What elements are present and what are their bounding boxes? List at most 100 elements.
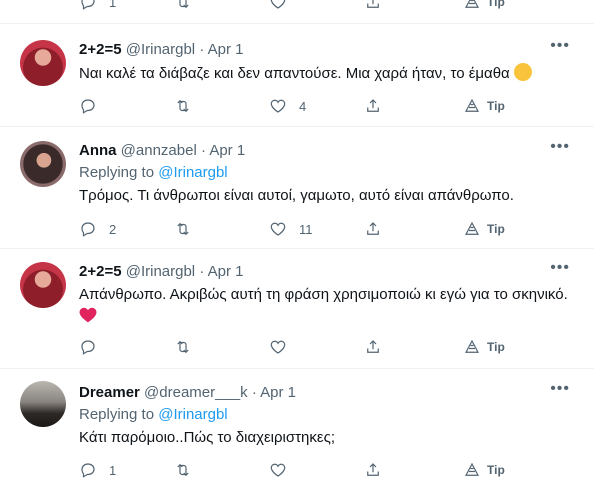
share-button[interactable] <box>364 460 382 480</box>
reply-count: 1 <box>109 462 117 478</box>
avatar[interactable] <box>20 262 66 308</box>
tweet[interactable]: Dreamer @dreamer___k · Apr 1 ••• Replyin… <box>0 369 594 495</box>
like-button[interactable]: 4 <box>269 96 306 116</box>
tweet-header: 2+2=5 @Irinargbl · Apr 1 <box>79 262 582 282</box>
heart-icon <box>270 0 286 9</box>
tweet-date[interactable]: Apr 1 <box>208 41 244 58</box>
user-handle[interactable]: @dreamer___k <box>144 384 248 401</box>
tweet[interactable]: Anna @annzabel · Apr 1 ••• Replying to @… <box>0 127 594 249</box>
share-icon <box>367 463 379 476</box>
share-icon <box>367 222 379 235</box>
tweet-date[interactable]: Apr 1 <box>209 142 245 159</box>
tip-button[interactable]: Tip <box>463 0 505 12</box>
tweet[interactable]: 2+2=5 @Irinargbl · Apr 1 ••• Απάνθρωπο. … <box>0 249 594 369</box>
tweet-actions: 2 11 Tip <box>79 219 582 239</box>
reply-button[interactable] <box>79 337 109 357</box>
red-heart-emoji <box>79 307 97 323</box>
tip-button[interactable]: Tip <box>463 96 505 116</box>
tip-button[interactable]: Tip <box>463 337 505 357</box>
retweet-button[interactable] <box>174 460 204 480</box>
tip-icon <box>465 0 479 8</box>
retweet-icon <box>177 340 189 354</box>
tweet-date[interactable]: Apr 1 <box>260 384 296 401</box>
replying-to: Replying to @Irinargbl <box>79 164 228 181</box>
display-name[interactable]: Anna <box>79 142 117 159</box>
tweet-actions: 4 Tip <box>79 96 582 116</box>
share-icon <box>367 0 379 8</box>
display-name[interactable]: Dreamer <box>79 384 140 401</box>
separator-dot: · <box>200 142 206 159</box>
reply-count: 1 <box>109 0 117 10</box>
separator-dot: · <box>199 263 205 280</box>
tweet-actions: Tip <box>79 337 582 357</box>
user-handle[interactable]: @Irinargbl <box>126 41 195 58</box>
tip-icon <box>465 462 479 476</box>
tweet-header: Dreamer @dreamer___k · Apr 1 <box>79 383 582 403</box>
user-handle[interactable]: @annzabel <box>121 142 197 159</box>
reply-icon <box>81 99 95 114</box>
reply-icon <box>81 463 95 478</box>
replying-to: Replying to @Irinargbl <box>79 406 228 423</box>
share-icon <box>367 340 379 353</box>
retweet-icon <box>177 222 189 236</box>
tweet-text: Τρόμος. Τι άνθρωποι είναι αυτοί, γαμωτο,… <box>79 187 514 204</box>
display-name[interactable]: 2+2=5 <box>79 41 122 58</box>
tip-icon <box>465 339 479 353</box>
avatar[interactable] <box>20 40 66 86</box>
tip-button[interactable]: Tip <box>463 219 505 239</box>
share-button[interactable] <box>364 219 382 239</box>
like-button[interactable] <box>269 460 299 480</box>
reply-icon <box>81 0 95 10</box>
like-button[interactable] <box>269 337 299 357</box>
share-button[interactable] <box>364 96 382 116</box>
reply-button[interactable]: 1 <box>79 0 116 12</box>
tweet[interactable]: 2+2=5 @Irinargbl · Apr 1 ••• Ναι καλέ τα… <box>0 24 594 127</box>
replying-to-handle[interactable]: @Irinargbl <box>158 406 227 423</box>
tweet-header: Anna @annzabel · Apr 1 <box>79 141 582 161</box>
reply-icon <box>81 222 95 237</box>
reply-button[interactable]: 2 <box>79 219 116 239</box>
share-button[interactable] <box>364 0 382 12</box>
tweet-date[interactable]: Apr 1 <box>208 263 244 280</box>
heart-icon <box>270 222 286 236</box>
like-button[interactable]: 11 <box>269 219 313 239</box>
more-options-icon[interactable]: ••• <box>550 139 570 155</box>
tweet[interactable]: 1 Tip <box>0 0 594 24</box>
tip-icon <box>465 98 479 112</box>
separator-dot: · <box>199 41 205 58</box>
share-button[interactable] <box>364 337 382 357</box>
tip-icon <box>465 221 479 235</box>
replying-to-handle[interactable]: @Irinargbl <box>158 164 227 181</box>
tip-label: Tip <box>487 222 505 236</box>
separator-dot: · <box>251 384 257 401</box>
retweet-button[interactable] <box>174 96 204 116</box>
user-handle[interactable]: @Irinargbl <box>126 263 195 280</box>
tip-label: Tip <box>487 99 505 113</box>
heart-icon <box>270 463 286 477</box>
more-options-icon[interactable]: ••• <box>550 38 570 54</box>
retweet-button[interactable] <box>174 219 204 239</box>
tip-label: Tip <box>487 463 505 477</box>
more-options-icon[interactable]: ••• <box>550 381 570 397</box>
avatar[interactable] <box>20 141 66 187</box>
retweet-icon <box>177 463 189 477</box>
retweet-icon <box>179 0 189 9</box>
display-name[interactable]: 2+2=5 <box>79 263 122 280</box>
retweet-icon <box>177 99 189 113</box>
tweet-text: Κάτι παρόμοιο..Πώς το διαχειριστηκες; <box>79 429 335 446</box>
retweet-button[interactable] <box>174 337 204 357</box>
like-button[interactable] <box>269 0 287 12</box>
tip-label: Tip <box>487 340 505 354</box>
like-count: 11 <box>299 221 313 237</box>
tweet-text: Ναι καλέ τα διάβαζε και δεν απαντούσε. Μ… <box>79 63 582 84</box>
tweet-actions: 1 Tip <box>79 0 582 12</box>
retweet-button[interactable] <box>174 0 192 12</box>
tip-button[interactable]: Tip <box>463 460 505 480</box>
reply-button[interactable] <box>79 96 109 116</box>
more-options-icon[interactable]: ••• <box>550 260 570 276</box>
reply-icon <box>81 340 95 355</box>
tweet-header: 2+2=5 @Irinargbl · Apr 1 <box>79 40 582 60</box>
avatar[interactable] <box>20 381 66 427</box>
reply-button[interactable]: 1 <box>79 460 116 480</box>
heart-icon <box>270 340 286 354</box>
